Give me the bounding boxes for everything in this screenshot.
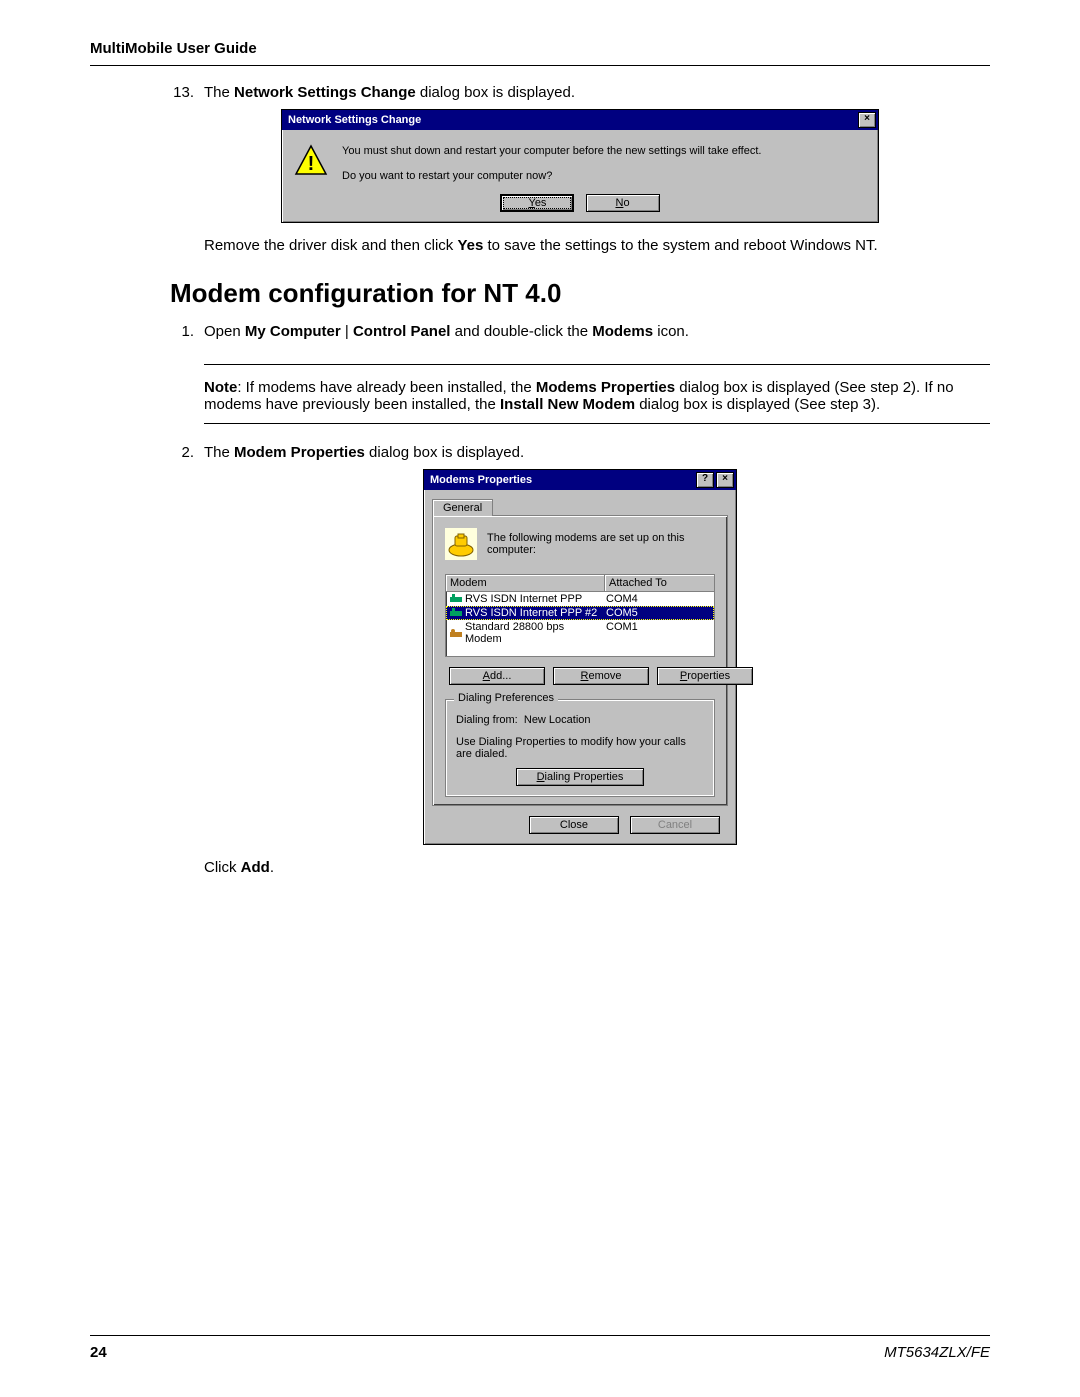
help-icon[interactable]: ?	[696, 472, 714, 488]
close-icon[interactable]: ×	[858, 112, 876, 128]
dialing-preferences-group: Dialing Preferences Dialing from: New Lo…	[445, 699, 715, 797]
tab-panel: The following modems are set up on this …	[432, 515, 728, 806]
list-header: Modem Attached To	[446, 575, 714, 592]
dialing-properties-button[interactable]: Dialing Properties	[516, 768, 644, 786]
modems-properties-dialog: Modems Properties ? × General The follow…	[423, 469, 737, 845]
step-text: The Network Settings Change dialog box i…	[204, 84, 990, 101]
step-13: 13. The Network Settings Change dialog b…	[170, 84, 990, 101]
dialog-titlebar: Modems Properties ? ×	[424, 470, 736, 490]
tab-general[interactable]: General	[432, 499, 493, 516]
properties-button[interactable]: Properties	[657, 667, 753, 685]
network-settings-change-dialog: Network Settings Change × ! You must shu…	[281, 109, 879, 223]
cancel-button: Cancel	[630, 816, 720, 834]
divider	[204, 423, 990, 424]
intro-text: The following modems are set up on this …	[487, 532, 715, 556]
page-number: 24	[90, 1344, 107, 1361]
col-attached-to[interactable]: Attached To	[605, 575, 714, 591]
dialog-message: You must shut down and restart your comp…	[342, 144, 761, 184]
divider	[204, 364, 990, 365]
yes-button[interactable]: Yes	[500, 194, 574, 212]
dialog-title: Modems Properties	[430, 474, 532, 486]
no-button[interactable]: No	[586, 194, 660, 212]
list-item[interactable]: RVS ISDN Internet PPP COM4	[446, 592, 714, 606]
warning-icon: !	[294, 144, 328, 178]
col-modem[interactable]: Modem	[446, 575, 605, 591]
step-1: 1. Open My Computer | Control Panel and …	[170, 323, 990, 340]
dialog-titlebar: Network Settings Change ×	[282, 110, 878, 130]
close-button[interactable]: Close	[529, 816, 619, 834]
after-dialog-text: Remove the driver disk and then click Ye…	[170, 237, 990, 254]
step-2: 2. The Modem Properties dialog box is di…	[170, 444, 990, 461]
dialog-title: Network Settings Change	[288, 114, 421, 126]
svg-text:!: !	[308, 153, 315, 175]
remove-button[interactable]: Remove	[553, 667, 649, 685]
section-heading: Modem configuration for NT 4.0	[170, 278, 990, 309]
add-button[interactable]: Add...	[449, 667, 545, 685]
modem-icon	[445, 528, 477, 560]
doc-header: MultiMobile User Guide	[90, 40, 990, 66]
after-modems-text: Click Add.	[170, 859, 990, 876]
list-item[interactable]: Standard 28800 bps Modem COM1	[446, 620, 714, 646]
modem-listbox[interactable]: Modem Attached To RVS ISDN Internet PPP …	[445, 574, 715, 657]
note-block: Note: If modems have already been instal…	[170, 354, 990, 438]
model-number: MT5634ZLX/FE	[884, 1344, 990, 1361]
doc-footer: 24 MT5634ZLX/FE	[90, 1335, 990, 1361]
group-title: Dialing Preferences	[454, 692, 558, 704]
step-number: 13.	[170, 84, 194, 101]
list-item-selected[interactable]: RVS ISDN Internet PPP #2 COM5	[446, 606, 714, 620]
close-icon[interactable]: ×	[716, 472, 734, 488]
